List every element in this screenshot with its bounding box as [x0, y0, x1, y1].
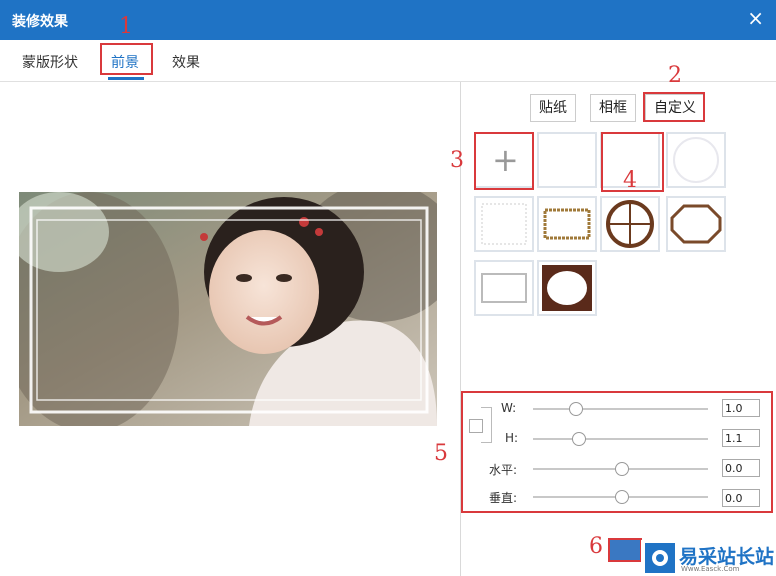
- height-input[interactable]: 1.1: [722, 429, 760, 447]
- stamp-frame-thumb[interactable]: [474, 196, 534, 252]
- tab-effects[interactable]: 效果: [172, 52, 200, 72]
- subtab-stickers[interactable]: 贴纸: [530, 94, 576, 122]
- vertical-slider[interactable]: [533, 490, 708, 504]
- annotation-number-2: 2: [668, 63, 682, 88]
- annotation-number-4: 4: [623, 168, 637, 193]
- annotation-number-5: 5: [434, 441, 448, 466]
- width-slider[interactable]: [533, 402, 708, 416]
- watermark-subtext: Www.Easck.Com: [681, 565, 740, 573]
- preview-image: [19, 192, 437, 426]
- annotation-number-3: 3: [450, 148, 464, 173]
- round-window-frame-thumb[interactable]: [600, 196, 660, 252]
- title-bar: 装修效果 ×: [0, 0, 776, 40]
- annotation-box-1: [100, 43, 153, 75]
- width-slider-track: [533, 408, 708, 410]
- active-tab-indicator: [108, 77, 144, 80]
- height-label: H:: [505, 431, 519, 445]
- vertical-input[interactable]: 0.0: [722, 489, 760, 507]
- octagon-frame-thumb[interactable]: [666, 196, 726, 252]
- stamp-frame-icon: [481, 203, 527, 245]
- height-slider-track: [533, 438, 708, 440]
- horizontal-input[interactable]: 0.0: [722, 459, 760, 477]
- subtab-frames[interactable]: 相框: [590, 94, 636, 122]
- vertical-label: 垂直:: [489, 491, 518, 505]
- width-input[interactable]: 1.0: [722, 399, 760, 417]
- circle-frame-thumb[interactable]: [666, 132, 726, 188]
- gold-rect-frame-thumb[interactable]: [537, 196, 597, 252]
- plain-rect-frame-icon: [481, 273, 527, 303]
- height-slider-knob[interactable]: [572, 432, 586, 446]
- annotation-box-3: [474, 132, 534, 190]
- confirm-button[interactable]: [608, 538, 642, 562]
- width-slider-knob[interactable]: [569, 402, 583, 416]
- horizontal-slider-knob[interactable]: [615, 462, 629, 476]
- site-watermark: 易采站长站 Www.Easck.Com: [641, 540, 776, 576]
- window-title: 装修效果: [12, 14, 68, 30]
- close-icon[interactable]: ×: [747, 8, 764, 28]
- burnt-edge-frame-thumb[interactable]: [537, 260, 597, 316]
- height-slider[interactable]: [533, 432, 708, 446]
- site-logo-icon: [645, 543, 675, 573]
- plain-rect-frame-thumb[interactable]: [474, 260, 534, 316]
- width-label: W:: [501, 401, 517, 415]
- octagon-frame-icon: [670, 204, 722, 244]
- annotation-number-6: 6: [589, 534, 603, 559]
- horizontal-slider[interactable]: [533, 462, 708, 476]
- round-window-frame-icon: [606, 200, 654, 248]
- vertical-slider-knob[interactable]: [615, 490, 629, 504]
- tab-mask-shape[interactable]: 蒙版形状: [22, 52, 78, 72]
- gold-rect-frame-icon: [543, 208, 591, 240]
- circle-frame-icon: [673, 137, 719, 183]
- transform-controls: W: 1.0 H: 1.1 水平: 0.0 垂直: 0.0: [461, 391, 773, 513]
- annotation-box-2: [643, 92, 705, 122]
- burnt-edge-frame-icon: [542, 265, 592, 311]
- annotation-number-1: 1: [119, 14, 133, 39]
- blank-thumb[interactable]: [537, 132, 597, 188]
- lock-ratio-bracket: [481, 407, 492, 443]
- horizontal-label: 水平:: [489, 463, 518, 477]
